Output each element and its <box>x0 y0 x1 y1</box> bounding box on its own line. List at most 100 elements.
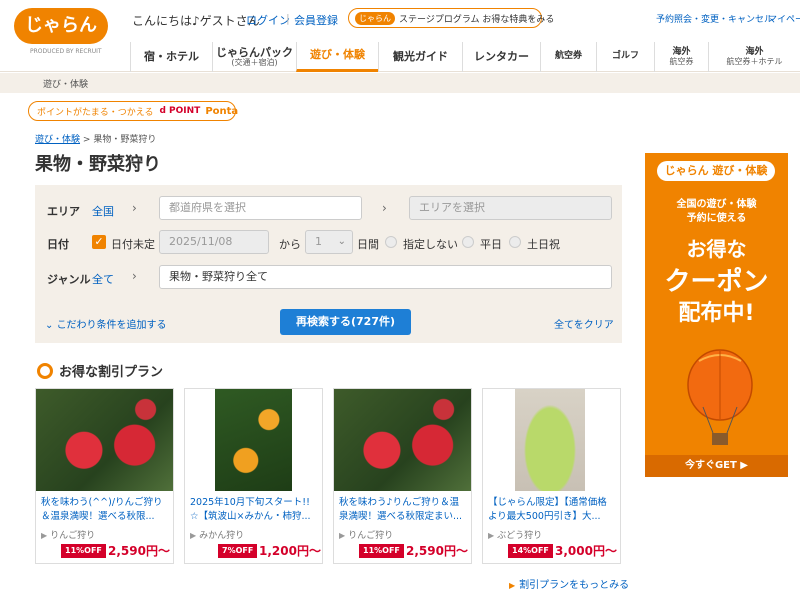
mypage-link[interactable]: マイペー <box>768 12 800 25</box>
deal-price: 1,200円〜 <box>259 544 321 558</box>
chevron-right-icon: › <box>132 269 137 283</box>
radio-weekend-label: 土日祝 <box>527 238 560 251</box>
chevron-down-icon: ⌄ <box>337 236 346 247</box>
point-banner-text: ポイントがたまる・つかえる <box>37 107 154 118</box>
login-link[interactable]: ログイン <box>246 12 290 28</box>
nav-item-hotel[interactable]: 宿・ホテル <box>130 42 212 72</box>
deal-category: りんご狩り <box>339 528 393 541</box>
add-conditions-label: こだわり条件を追加する <box>56 320 167 331</box>
register-link[interactable]: 会員登録 <box>294 12 338 28</box>
ad-line: 予約に使える <box>686 213 747 224</box>
more-deals-link[interactable]: 割引プランをもっとみる <box>509 576 629 591</box>
area-value-link[interactable]: 全国 <box>92 203 114 219</box>
ad-line: クーポン <box>664 267 769 297</box>
deal-price: 3,000円〜 <box>555 544 617 558</box>
radio-weekday[interactable] <box>462 236 474 248</box>
ad-line: お得な <box>686 237 747 261</box>
nav-item-golf[interactable]: ゴルフ <box>596 42 654 72</box>
nav-item-rentacar[interactable]: レンタカー <box>462 42 540 72</box>
deal-title[interactable]: 秋を味わう♪りんご狩り＆温泉満喫！選べる秋限定まい... <box>339 496 467 524</box>
nav-label: 観光ガイド <box>393 49 448 63</box>
mikan-photo <box>215 389 292 491</box>
prefecture-select[interactable]: 都道府県を選択 <box>159 196 362 220</box>
radio-unspecified-label: 指定しない <box>403 238 458 251</box>
deal-category: ぶどう狩り <box>488 528 542 541</box>
discount-badge: 11%OFF <box>359 544 404 558</box>
nav-item-flights[interactable]: 航空券 <box>540 42 596 72</box>
get-now-button[interactable]: 今すぐGET ▶ <box>645 455 788 477</box>
area-select[interactable]: エリアを選択 <box>409 196 612 220</box>
site-header: じゃらん PRODUCED BY RECRUIT こんにちは♪ゲストさん ログイ… <box>0 0 800 72</box>
ad-line: 全国の遊び・体験 <box>676 199 757 210</box>
nav-label: 宿・ホテル <box>144 49 199 63</box>
nav-item-intl-flights[interactable]: 海外 航空券 <box>654 42 708 72</box>
coupon-ad-banner[interactable]: じゃらん 遊び・体験 全国の遊び・体験 予約に使える お得な クーポン 配布中!… <box>645 153 788 477</box>
date-input[interactable]: 2025/11/08 <box>159 230 269 254</box>
days-unit: 日間 <box>357 238 379 251</box>
from-label: から <box>279 238 301 251</box>
clear-all-link[interactable]: 全てをクリア <box>554 316 614 331</box>
deal-price: 2,590円〜 <box>406 544 468 558</box>
search-panel: エリア 全国 › 都道府県を選択 › エリアを選択 日付 ✓ 日付未定 2025… <box>35 185 622 343</box>
nav-item-intl-package[interactable]: 海外 航空券＋ホテル <box>708 42 800 72</box>
reservation-link[interactable]: 予約照会・変更・キャンセル <box>656 12 773 25</box>
chevron-down-icon: ⌄ <box>527 12 535 22</box>
days-value: 1 <box>315 235 322 248</box>
nav-label: 遊び・体験 <box>310 48 365 62</box>
breadcrumb: 遊び・体験 > 果物・野菜狩り <box>35 132 156 145</box>
dpoint-logo: d POINT <box>159 106 201 116</box>
breadcrumb-separator: > <box>82 135 91 145</box>
deal-card[interactable]: 2025年10月下旬スタート!! ☆【筑波山×みかん・柿狩... みかん狩り 7… <box>184 388 323 564</box>
chevron-right-icon: › <box>132 201 137 215</box>
nav-item-pack[interactable]: じゃらんパック (交通＋宿泊) <box>212 42 296 72</box>
add-conditions-link[interactable]: ⌄ こだわり条件を追加する <box>45 316 167 331</box>
greeting-text: こんにちは♪ゲストさん <box>132 14 260 28</box>
page-title: 果物・野菜狩り <box>35 154 161 175</box>
genre-value-link[interactable]: 全て <box>92 271 114 287</box>
genre-label: ジャンル <box>47 273 91 286</box>
radio-unspecified[interactable] <box>385 236 397 248</box>
header-divider: | <box>286 12 290 25</box>
date-undecided-checkbox[interactable]: ✓ <box>92 235 106 249</box>
deal-category: みかん狩り <box>190 528 244 541</box>
date-undecided-label: 日付未定 <box>111 238 155 251</box>
nav-item-guide[interactable]: 観光ガイド <box>378 42 462 72</box>
grape-photo <box>515 389 585 491</box>
stage-program-button[interactable]: じゃらん ステージプログラム お得な特典をみる ⌄ <box>348 8 554 28</box>
nav-sublabel: 航空券 <box>669 56 694 66</box>
nav-label: レンタカー <box>474 49 529 63</box>
deal-card[interactable]: 秋を味わう♪りんご狩り＆温泉満喫！選べる秋限定まい... りんご狩り 11%OF… <box>333 388 472 564</box>
date-label: 日付 <box>47 238 69 251</box>
nav-label: 航空券 <box>554 51 582 62</box>
deals-heading: お得な割引プラン <box>37 361 163 380</box>
nav-item-activities[interactable]: 遊び・体験 <box>296 42 378 72</box>
category-bar-label: 遊び・体験 <box>43 80 89 90</box>
nav-label: ゴルフ <box>611 51 639 62</box>
research-button[interactable]: 再検索する(727件) <box>280 309 411 335</box>
point-banner[interactable]: ポイントがたまる・つかえる d POINT Ponta <box>28 101 238 121</box>
ad-line: 配布中! <box>678 301 755 326</box>
deals-title: お得な割引プラン <box>59 365 164 380</box>
radio-weekend[interactable] <box>509 236 521 248</box>
genre-field[interactable]: 果物・野菜狩り全て <box>159 265 612 289</box>
deal-title[interactable]: 2025年10月下旬スタート!! ☆【筑波山×みかん・柿狩... <box>190 496 318 524</box>
breadcrumb-parent-link[interactable]: 遊び・体験 <box>35 135 80 145</box>
discount-badge: 14%OFF <box>508 544 553 558</box>
main-nav: 宿・ホテル じゃらんパック (交通＋宿泊) 遊び・体験 観光ガイド レンタカー … <box>130 42 800 72</box>
deal-title[interactable]: 秋を味わう(^^)/りんご狩り＆温泉満喫！選べる秋限... <box>41 496 169 524</box>
hot-air-balloon-icon <box>687 349 753 445</box>
days-select[interactable]: 1 ⌄ <box>305 230 353 254</box>
category-bar: 遊び・体験 <box>0 73 800 93</box>
nav-label: じゃらんパック <box>216 45 293 59</box>
logo-subtitle: PRODUCED BY RECRUIT <box>30 48 102 55</box>
deal-price: 2,590円〜 <box>108 544 170 558</box>
nav-sublabel: 航空券＋ホテル <box>726 56 783 66</box>
search-icon <box>37 362 53 379</box>
deal-title[interactable]: 【じゃらん限定】【通常価格より最大500円引き】大... <box>488 496 616 524</box>
nav-sublabel: (交通＋宿泊) <box>231 57 278 67</box>
deal-card[interactable]: 秋を味わう(^^)/りんご狩り＆温泉満喫！選べる秋限... りんご狩り 11%O… <box>35 388 174 564</box>
jalan-logo[interactable]: じゃらん <box>14 8 108 44</box>
deal-card[interactable]: 【じゃらん限定】【通常価格より最大500円引き】大... ぶどう狩り 14%OF… <box>482 388 621 564</box>
chevron-down-icon: ⌄ <box>45 320 57 331</box>
area-label: エリア <box>47 205 80 218</box>
